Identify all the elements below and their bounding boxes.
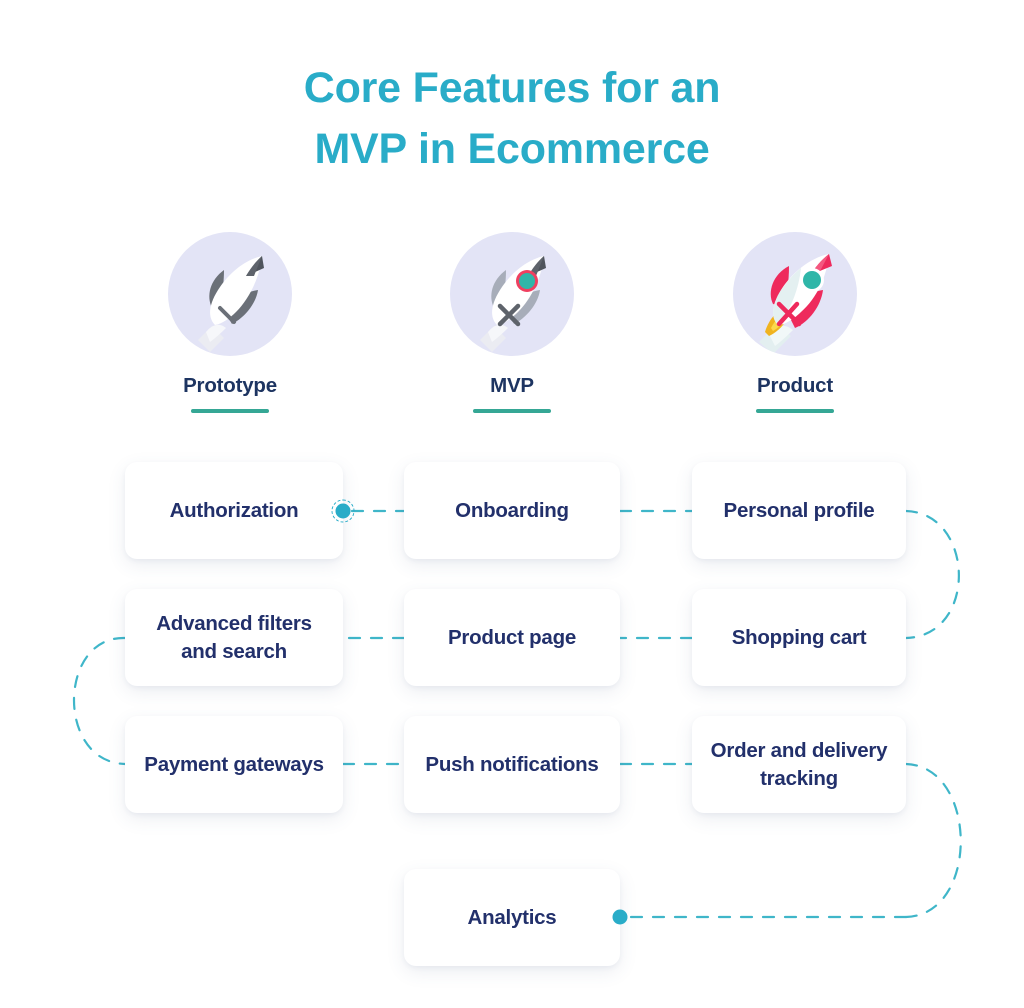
feature-card-label: Advanced filters and search: [156, 612, 312, 663]
feature-card-product-page[interactable]: Product page: [404, 589, 620, 686]
stage-underline-product: [756, 409, 834, 413]
page-title: Core Features for an MVP in Ecommerce: [0, 58, 1024, 180]
feature-card-label: Product page: [448, 625, 576, 649]
connector-order-tracking-analytics: [904, 762, 962, 919]
stage-label-mvp: MVP: [490, 374, 534, 397]
feature-card-label: Analytics: [467, 905, 557, 929]
feature-card-label: Order and delivery tracking: [710, 739, 888, 790]
feature-card-payment-gateways[interactable]: Payment gateways: [125, 716, 343, 813]
feature-card-shopping-cart[interactable]: Shopping cart: [692, 589, 906, 686]
feature-card-push-notifications[interactable]: Push notifications: [404, 716, 620, 813]
feature-card-authorization[interactable]: Authorization: [125, 462, 343, 559]
feature-card-label: Onboarding: [455, 498, 569, 522]
stage-label-prototype: Prototype: [183, 374, 277, 397]
stage-prototype: Prototype: [115, 232, 345, 413]
feature-card-personal-profile[interactable]: Personal profile: [692, 462, 906, 559]
feature-card-order-and-delivery-tracking[interactable]: Order and delivery tracking: [692, 716, 906, 813]
stage-label-product: Product: [756, 374, 834, 397]
feature-card-label: Shopping cart: [731, 625, 867, 649]
feature-card-advanced-filters-and-search[interactable]: Advanced filters and search: [125, 589, 343, 686]
feature-card-label: Personal profile: [723, 498, 875, 522]
rocket-colored-icon: [733, 232, 857, 356]
connector-start-node-authorization[interactable]: [331, 499, 355, 523]
connector-personal-profile-shopping-cart: [904, 509, 960, 640]
connector-advanced-filters-payment-gateways: [73, 636, 127, 766]
feature-card-label: Push notifications: [425, 752, 599, 776]
connector-end-node-analytics[interactable]: [612, 909, 628, 925]
page-title-line-2: MVP in Ecommerce: [314, 125, 710, 174]
stage-mvp: MVP: [397, 232, 627, 413]
stage-underline-prototype: [191, 409, 269, 413]
infographic-canvas: Core Features for an MVP in Ecommerce Pr…: [0, 0, 1024, 1008]
rocket-porthole-icon: [450, 232, 574, 356]
feature-card-onboarding[interactable]: Onboarding: [404, 462, 620, 559]
stage-product: Product: [680, 232, 910, 413]
rocket-grayscale-icon: [168, 232, 292, 356]
feature-card-label: Authorization: [169, 498, 299, 522]
page-title-line-1: Core Features for an: [303, 64, 721, 112]
feature-card-label: Payment gateways: [144, 752, 324, 776]
feature-card-analytics[interactable]: Analytics: [404, 869, 620, 966]
stage-underline-mvp: [473, 409, 551, 413]
